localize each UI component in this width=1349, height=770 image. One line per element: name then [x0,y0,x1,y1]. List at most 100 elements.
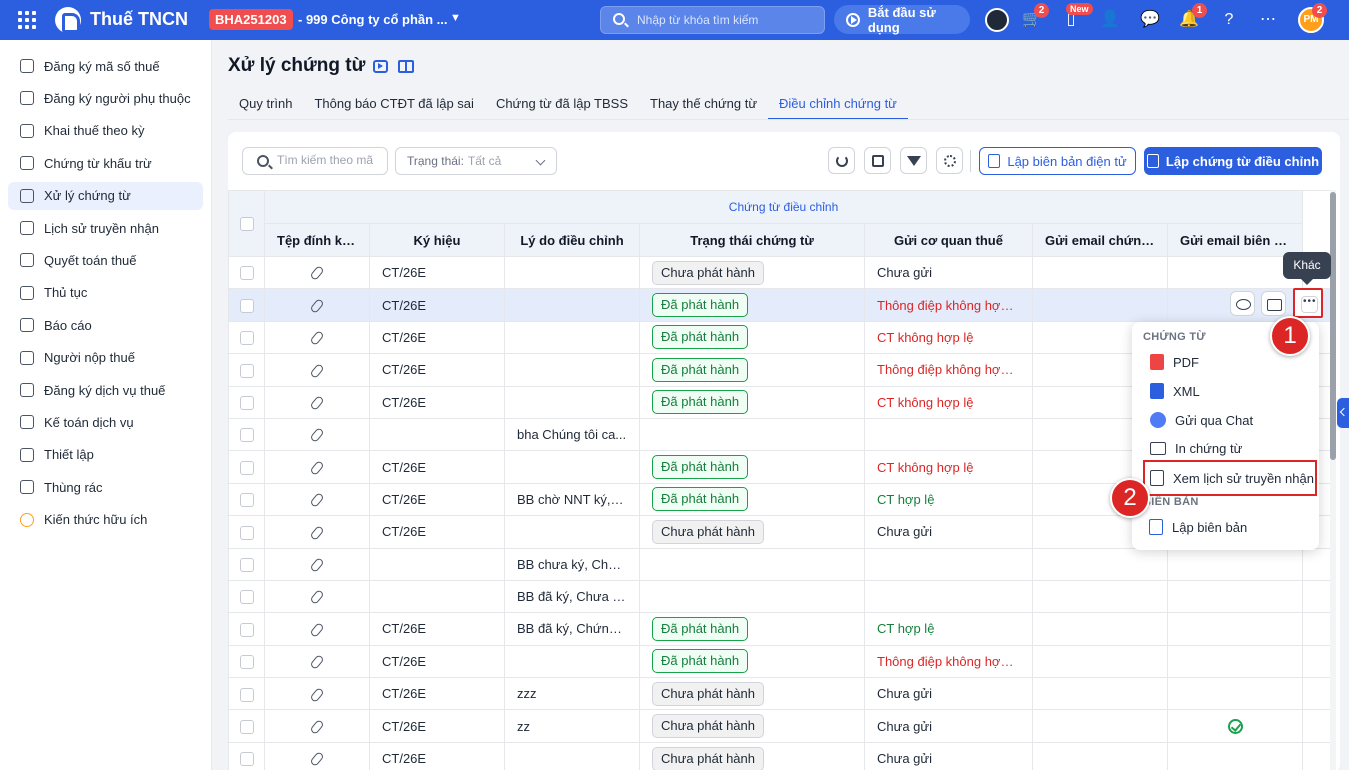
sidebar-item-13[interactable]: Thùng rác [8,473,203,501]
tab-3[interactable]: Thay thế chứng từ [639,88,768,120]
sidebar-item-8[interactable]: Báo cáo [8,311,203,339]
paperclip-icon[interactable] [309,492,325,509]
chevron-down-icon[interactable]: ▼ [450,12,461,24]
row-checkbox[interactable] [239,396,254,411]
sidebar-item-5[interactable]: Lịch sử truyền nhận [8,214,203,242]
tab-1[interactable]: Thông báo CTĐT đã lập sai [303,88,484,120]
paperclip-icon[interactable] [309,751,325,768]
add-user-icon[interactable]: 👤 [1099,9,1121,31]
org-name[interactable]: - 999 Công ty cổ phần ... [298,12,448,27]
chat-icon[interactable]: 💬 [1139,9,1161,31]
table-row[interactable]: CT/26E zzz Chưa phát hành Chưa gửi [228,677,1332,711]
paperclip-icon[interactable] [309,459,325,476]
collapse-panel-tab[interactable] [1337,398,1349,428]
sidebar-item-4[interactable]: Xử lý chứng từ [8,181,203,210]
table-row[interactable]: CT/26E Chưa phát hành Chưa gửi [228,255,1332,290]
global-search-input[interactable] [637,11,817,29]
tab-4[interactable]: Điều chỉnh chứng từ [768,88,908,120]
sidebar-item-1[interactable]: Đăng ký người phụ thuộc [8,84,203,112]
paperclip-icon[interactable] [309,362,325,379]
row-checkbox[interactable] [239,687,254,702]
menu-item-print[interactable]: In chứng từ [1150,436,1242,460]
table-row[interactable]: BB đã ký, Chưa lậ... [228,579,1332,614]
row-checkbox[interactable] [239,298,254,313]
menu-item-pdf[interactable]: PDF [1150,350,1199,374]
email-doc-cell [1032,741,1168,770]
settings-button[interactable] [936,147,963,174]
more-icon[interactable]: ⋯ [1257,9,1279,31]
sidebar-item-2[interactable]: Khai thuế theo kỳ [8,117,203,145]
paperclip-icon[interactable] [309,557,325,573]
menu-item-create-report[interactable]: Lập biên bản [1149,515,1247,539]
sidebar-item-6[interactable]: Quyết toán thuế [8,246,203,274]
paperclip-icon[interactable] [309,621,325,638]
code-search[interactable] [242,147,388,175]
video-guide-icon[interactable] [373,60,388,73]
sidebar-item-0[interactable]: Đăng ký mã số thuế [8,52,203,80]
status-badge: Đã phát hành [652,390,749,415]
code-search-input[interactable] [277,153,385,167]
row-checkbox[interactable] [239,460,254,475]
table-row[interactable]: BB chưa ký, Chứn... [228,547,1332,581]
row-checkbox[interactable] [239,752,254,767]
sidebar-item-3[interactable]: Chứng từ khấu trừ [8,149,203,177]
table-row[interactable]: CT/26E zz Chưa phát hành Chưa gửi [228,709,1332,743]
start-using-button[interactable]: Bắt đầu sử dụng [834,5,970,35]
row-checkbox[interactable] [239,331,254,346]
paperclip-icon[interactable] [309,297,325,314]
paperclip-icon[interactable] [309,686,325,703]
symbol-cell: CT/26E [369,255,505,290]
view-eye-button[interactable] [1230,291,1255,316]
send-mail-button[interactable] [1261,291,1286,316]
app-grid-icon[interactable] [18,11,36,29]
row-checkbox[interactable] [239,622,254,637]
paperclip-icon[interactable] [309,719,325,735]
book-guide-icon[interactable] [398,60,414,73]
paperclip-icon[interactable] [309,654,325,671]
row-checkbox[interactable] [239,719,254,734]
select-all-checkbox[interactable] [239,217,254,232]
tab-0[interactable]: Quy trình [228,88,303,120]
table-row[interactable]: CT/26E Chưa phát hành Chưa gửi [228,741,1332,770]
paperclip-icon[interactable] [309,589,325,606]
paperclip-icon[interactable] [309,524,325,541]
status-filter-select[interactable]: Trạng thái: Tất cả [395,147,557,175]
menu-item-xml[interactable]: XML [1150,379,1200,403]
row-checkbox[interactable] [239,493,254,508]
table-row[interactable]: CT/26E Đã phát hành Thông điệp không hợp l… [228,644,1332,679]
row-checkbox[interactable] [239,266,254,281]
email-doc-cell [1032,612,1168,646]
sidebar-item-label: Thiết lập [44,447,94,463]
paperclip-icon[interactable] [309,330,325,347]
tab-2[interactable]: Chứng từ đã lập TBSS [485,88,639,120]
refresh-button[interactable] [828,147,855,174]
row-checkbox[interactable] [239,525,254,540]
row-checkbox[interactable] [239,590,254,605]
sidebar-item-11[interactable]: Kế toán dịch vụ [8,408,203,436]
global-search[interactable] [600,6,825,34]
help-icon[interactable]: ? [1218,9,1240,31]
filter-button[interactable] [900,147,927,174]
sidebar-item-7[interactable]: Thủ tục [8,279,203,307]
create-adjustment-button[interactable]: Lập chứng từ điều chỉnh [1144,147,1322,175]
table-row[interactable]: CT/26E Đã phát hành Thông điệp không hợp l… [228,288,1332,322]
sidebar-item-14[interactable]: Kiến thức hữu ích [8,506,203,534]
row-checkbox[interactable] [239,655,254,670]
assistant-avatar[interactable] [985,8,1009,32]
row-checkbox[interactable] [239,428,254,443]
row-checkbox[interactable] [239,363,254,378]
row-checkbox[interactable] [239,557,254,572]
top-bar: Thuế TNCN BHA251203 - 999 Công ty cổ phầ… [0,0,1349,40]
export-button[interactable] [864,147,891,174]
sidebar-item-12[interactable]: Thiết lập [8,441,203,469]
more-actions-button[interactable]: ••• [1293,288,1323,318]
table-scrollbar-thumb[interactable] [1330,192,1336,460]
menu-item-send-chat[interactable]: Gửi qua Chat [1150,408,1253,432]
paperclip-icon[interactable] [309,427,325,444]
paperclip-icon[interactable] [309,265,325,282]
create-e-report-button[interactable]: Lập biên bản điện tử [979,147,1136,175]
table-row[interactable]: CT/26E BB đã ký, Chứng t... Đã phát hành CT… [228,612,1332,646]
sidebar-item-10[interactable]: Đăng ký dịch vụ thuế [8,376,203,404]
sidebar-item-9[interactable]: Người nộp thuế [8,344,203,372]
paperclip-icon[interactable] [309,395,325,411]
